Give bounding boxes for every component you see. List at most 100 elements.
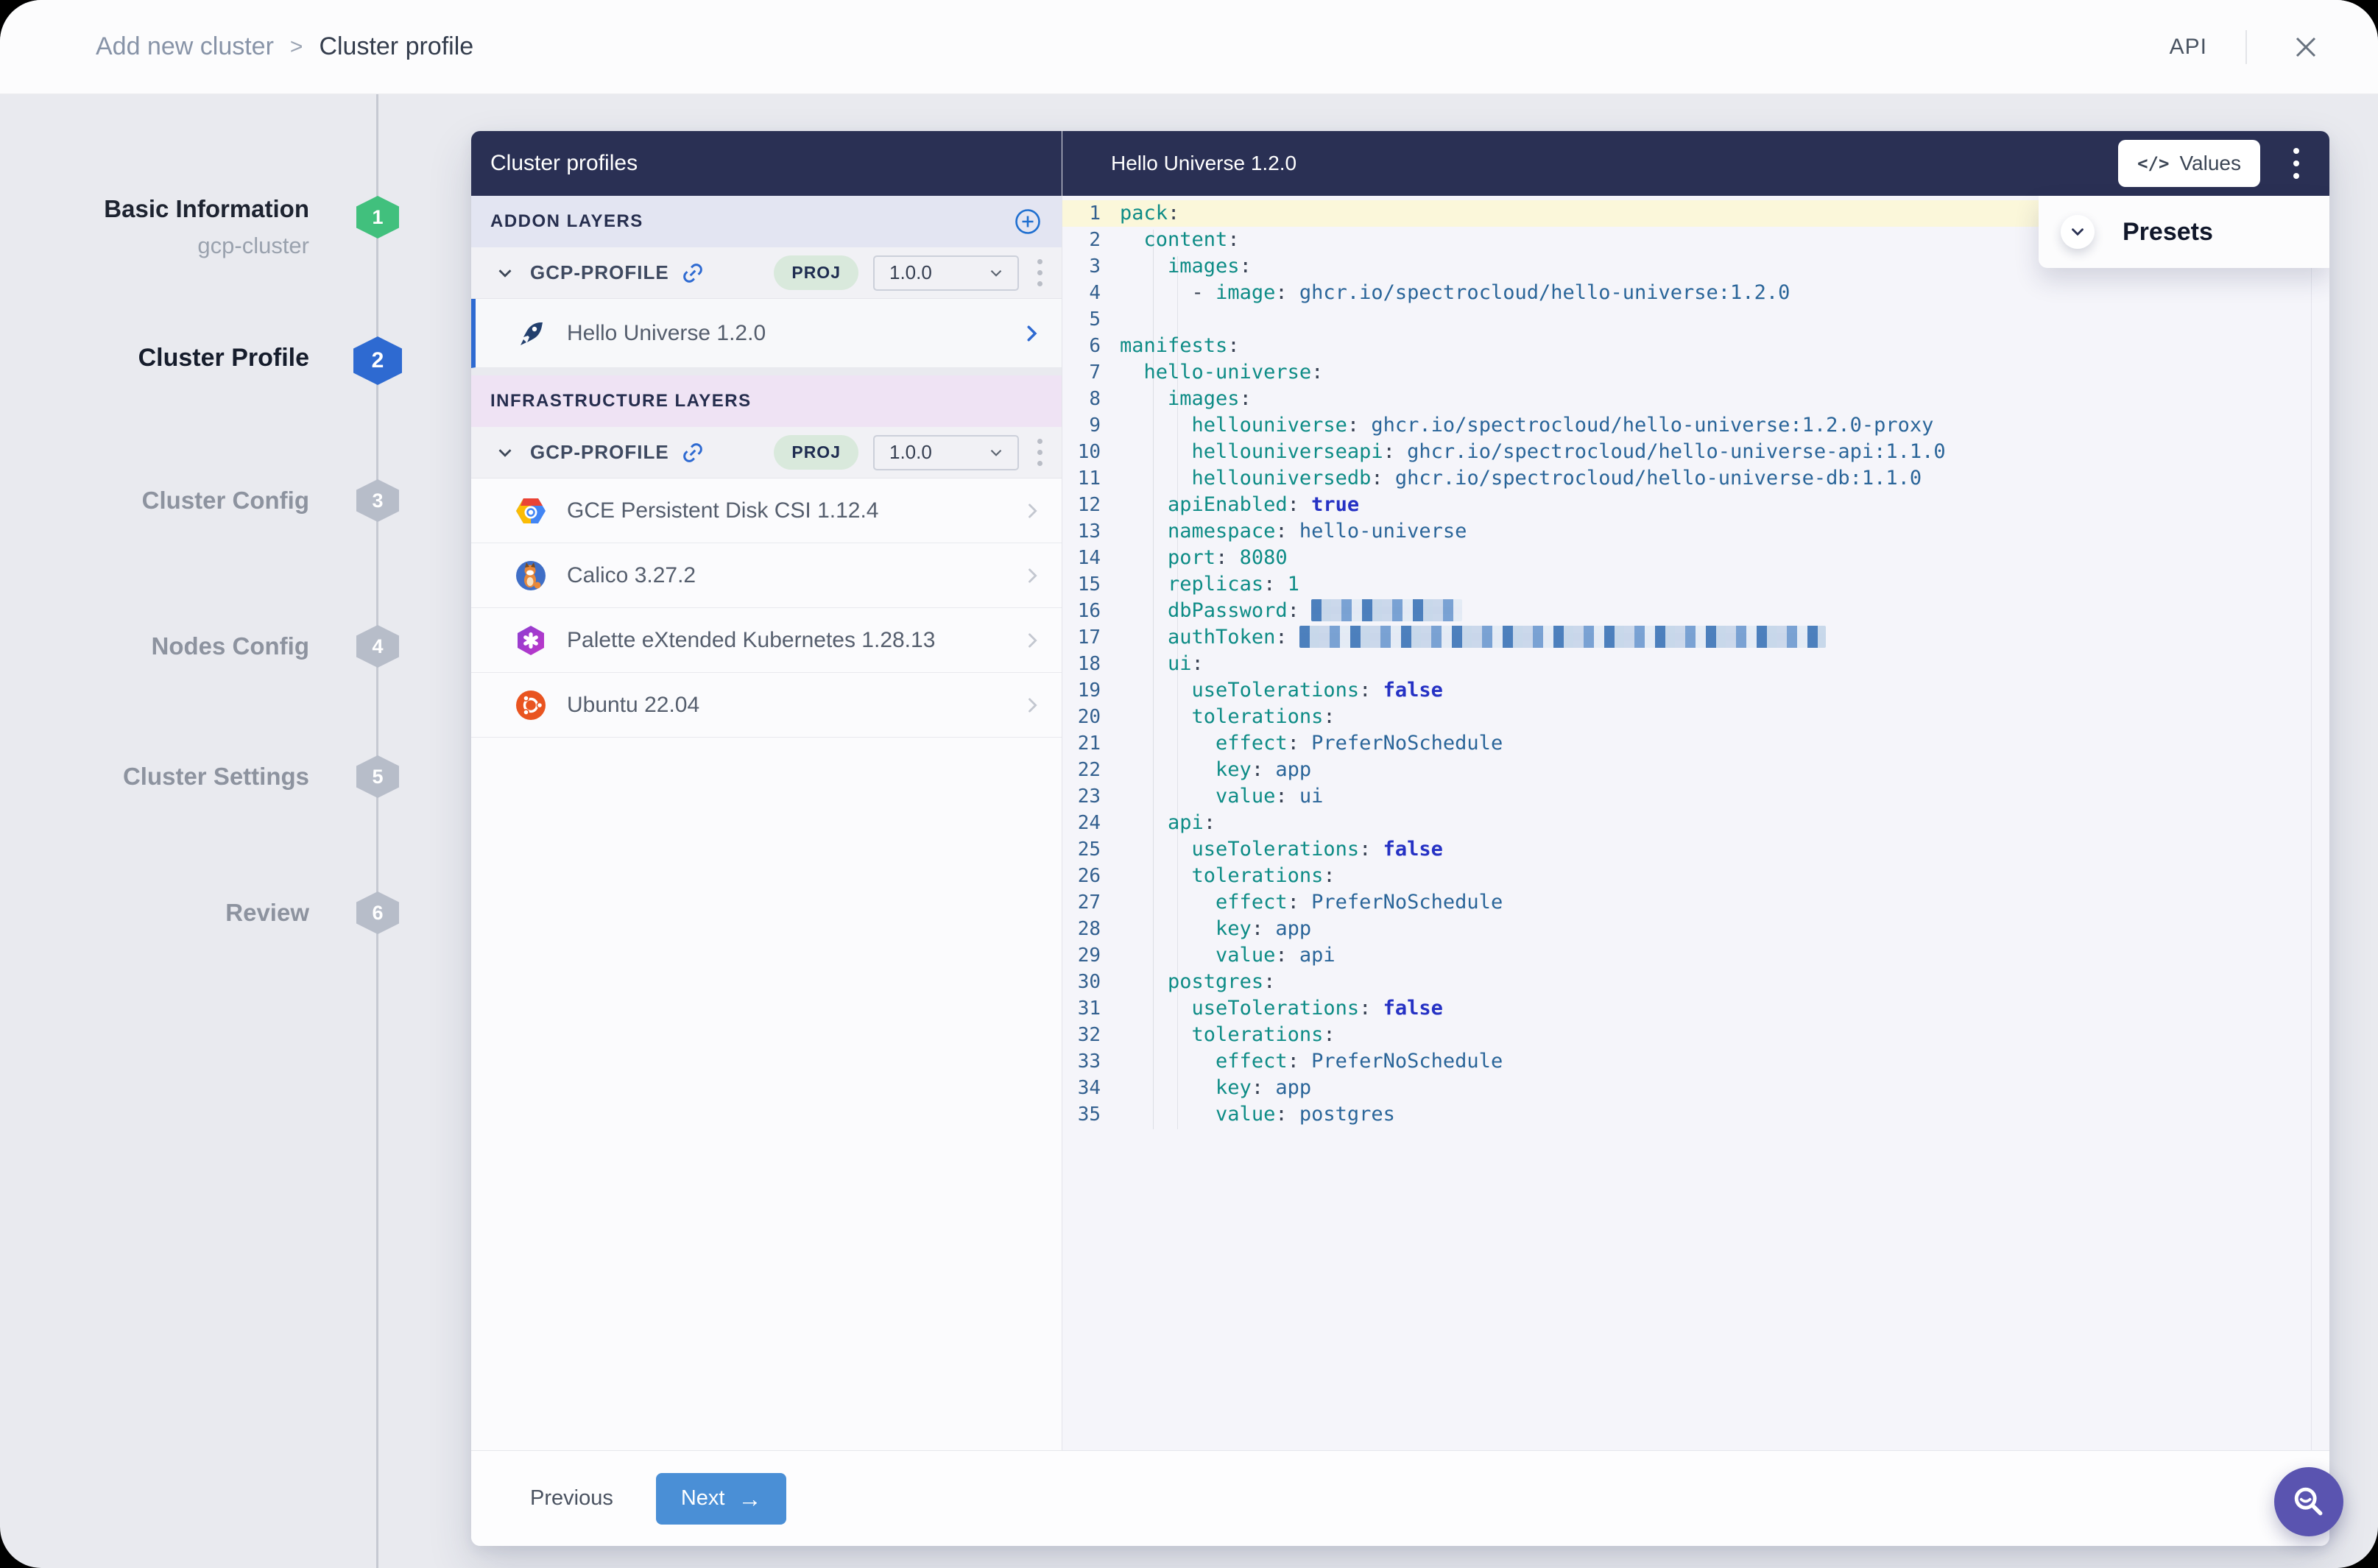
profile-version-select[interactable]: 1.0.0 [873,255,1019,291]
values-button[interactable]: </> Values [2118,140,2260,187]
close-icon [2290,32,2321,63]
code-line[interactable]: 30 postgres: [1062,969,2329,995]
yaml-code-area[interactable]: 1pack:2 content:3 images:4 - image: ghcr… [1062,196,2329,1450]
topbar-divider [2245,30,2247,64]
close-button[interactable] [2285,27,2326,68]
step-label: Cluster Settings [123,757,309,796]
editor-menu-button[interactable] [2285,148,2307,179]
code-line[interactable]: 13 namespace: hello-universe [1062,518,2329,545]
code-line[interactable]: 31 useTolerations: false [1062,995,2329,1022]
addon-layers-label: ADDON LAYERS [490,211,643,232]
stepper-step-cluster-config[interactable]: Cluster Config 3 [0,479,471,531]
code-line[interactable]: 34 key: app [1062,1075,2329,1101]
profile-name: GCP-PROFILE [530,441,669,464]
code-line[interactable]: 18 ui: [1062,651,2329,677]
chevron-right-icon [1020,322,1042,345]
layer-row-ubuntu[interactable]: Ubuntu 22.04 [471,673,1062,738]
step-hexagon: 2 [353,336,402,385]
editor-title: Hello Universe 1.2.0 [1111,152,2118,175]
search-icon [2290,1483,2328,1521]
api-link[interactable]: API [2170,35,2207,60]
link-icon[interactable] [681,441,705,465]
plus-circle-icon [1014,208,1042,236]
layer-name: Hello Universe 1.2.0 [567,321,1020,346]
code-line[interactable]: 35 value: postgres [1062,1101,2329,1128]
hello-universe-icon [514,317,548,350]
scope-badge: PROJ [774,255,858,290]
code-line[interactable]: 25 useTolerations: false [1062,836,2329,863]
chevron-down-icon [987,443,1006,462]
layer-row-gce-disk[interactable]: GCE Persistent Disk CSI 1.12.4 [471,478,1062,543]
code-line[interactable]: 15 replicas: 1 [1062,571,2329,598]
code-line[interactable]: 20 tolerations: [1062,704,2329,730]
top-bar: Add new cluster > Cluster profile API [0,0,2378,94]
add-addon-profile-button[interactable] [1013,207,1042,236]
code-line[interactable]: 32 tolerations: [1062,1022,2329,1048]
stepper-step-basic-information[interactable]: Basic Information gcp-cluster 1 [0,196,471,247]
cluster-profile-card: Cluster profiles ADDON LAYERS GCP-PROFIL… [471,131,2329,1546]
code-line[interactable]: 22 key: app [1062,757,2329,783]
layer-row-calico[interactable]: Calico 3.27.2 [471,543,1062,608]
code-line[interactable]: 21 effect: PreferNoSchedule [1062,730,2329,757]
code-line[interactable]: 5 [1062,306,2329,333]
step-hexagon: 3 [356,479,399,522]
palette-kubernetes-icon [514,624,548,657]
code-line[interactable]: 33 effect: PreferNoSchedule [1062,1048,2329,1075]
gce-disk-icon [514,494,548,528]
profiles-panel-header: Cluster profiles [471,131,1062,196]
stepper-step-nodes-config[interactable]: Nodes Config 4 [0,625,471,677]
addon-profile-row: GCP-PROFILE PROJ 1.0.0 [471,247,1062,299]
profile-menu-button[interactable] [1029,439,1050,466]
code-line[interactable]: 10 hellouniverseapi: ghcr.io/spectroclou… [1062,439,2329,465]
code-line[interactable]: 26 tolerations: [1062,863,2329,889]
code-line[interactable]: 24 api: [1062,810,2329,836]
code-line[interactable]: 28 key: app [1062,916,2329,942]
stepper-step-review[interactable]: Review 6 [0,891,471,943]
stepper-step-cluster-settings[interactable]: Cluster Settings 5 [0,755,471,807]
code-line[interactable]: 6manifests: [1062,333,2329,359]
layer-name: GCE Persistent Disk CSI 1.12.4 [567,498,1022,523]
link-icon[interactable] [681,261,705,285]
presets-label: Presets [2123,218,2213,247]
code-line[interactable]: 11 hellouniversedb: ghcr.io/spectrocloud… [1062,465,2329,492]
add-cluster-wizard-window: Add new cluster > Cluster profile API Ba… [0,0,2378,1568]
arrow-right-icon: → [738,1487,761,1511]
chevron-right-icon [1022,565,1042,586]
redacted-value [1299,626,1826,648]
profile-menu-button[interactable] [1029,259,1050,286]
code-line[interactable]: 27 effect: PreferNoSchedule [1062,889,2329,916]
code-line[interactable]: 4 - image: ghcr.io/spectrocloud/hello-un… [1062,280,2329,306]
chevron-down-icon [494,442,516,464]
code-line[interactable]: 23 value: ui [1062,783,2329,810]
previous-button[interactable]: Previous [530,1486,613,1511]
step-label: Nodes Config [152,627,309,665]
code-line[interactable]: 29 value: api [1062,942,2329,969]
collapse-profile-button[interactable] [490,258,520,288]
redacted-value [1311,599,1462,621]
chevron-right-icon [1022,695,1042,716]
breadcrumb-parent[interactable]: Add new cluster [96,32,274,61]
code-line[interactable]: 19 useTolerations: false [1062,677,2329,704]
presets-toggle-button[interactable] [2061,215,2095,249]
next-button-label: Next [681,1486,725,1511]
collapse-profile-button[interactable] [490,438,520,467]
layer-row-hello-universe[interactable]: Hello Universe 1.2.0 [471,299,1062,368]
search-fab-button[interactable] [2274,1467,2343,1536]
profile-version-select[interactable]: 1.0.0 [873,435,1019,470]
chevron-down-icon [987,264,1006,283]
code-line[interactable]: 8 images: [1062,386,2329,412]
step-label: Cluster Config [142,481,309,520]
infrastructure-layers-section-header: INFRASTRUCTURE LAYERS [471,375,1062,427]
code-line[interactable]: 16 dbPassword: [1062,598,2329,624]
code-line[interactable]: 14 port: 8080 [1062,545,2329,571]
code-line[interactable]: 12 apiEnabled: true [1062,492,2329,518]
stepper-step-cluster-profile[interactable]: Cluster Profile 2 [0,336,471,388]
layer-row-palette-kubernetes[interactable]: Palette eXtended Kubernetes 1.28.13 [471,608,1062,673]
profile-version-value: 1.0.0 [889,261,987,284]
next-button[interactable]: Next → [656,1473,787,1525]
code-line[interactable]: 9 hellouniverse: ghcr.io/spectrocloud/he… [1062,412,2329,439]
code-line[interactable]: 7 hello-universe: [1062,359,2329,386]
chevron-down-icon [494,262,516,284]
scope-badge: PROJ [774,435,858,470]
code-line[interactable]: 17 authToken: [1062,624,2329,651]
